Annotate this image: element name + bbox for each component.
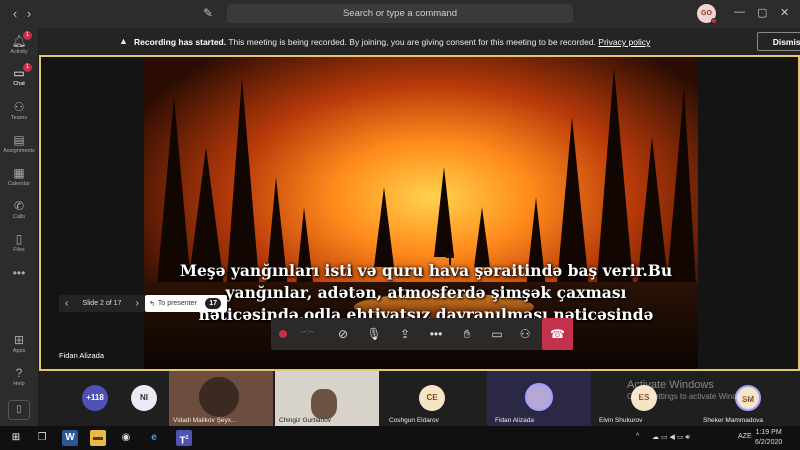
- presenter-slide-count: 17: [205, 298, 221, 309]
- rail-calls[interactable]: ✆ Calls: [0, 199, 38, 220]
- assignments-icon: ▤: [13, 133, 25, 147]
- overflow-participants[interactable]: +118: [82, 385, 108, 411]
- next-slide-icon[interactable]: ›: [136, 298, 139, 309]
- word-icon[interactable]: W: [62, 430, 78, 446]
- call-controls: --:-- ⊘ 🎙︎ ⇪ ••• ✋︎ ▭ ⚇ ☎︎: [271, 318, 573, 350]
- clock[interactable]: 1:19 PM 6/2/2020: [755, 428, 782, 448]
- new-chat-icon[interactable]: ✎: [203, 6, 213, 20]
- device-icon[interactable]: ▯: [8, 400, 30, 420]
- title-bar: ‹ › ✎ Search or type a command GO — ▢ ✕: [0, 0, 800, 28]
- teams-taskbar-icon[interactable]: T2: [176, 430, 192, 446]
- chat-badge: 1: [23, 63, 32, 72]
- file-explorer-icon[interactable]: ▬: [90, 430, 106, 446]
- teams-badge: 2: [185, 435, 189, 441]
- rail-teams[interactable]: ⚇ Teams: [0, 100, 38, 121]
- participant-strip: +118 NI Vidadi Malikov Şeyx... Chingiz G…: [39, 371, 800, 426]
- participants-icon[interactable]: ⚇: [511, 318, 539, 350]
- rail-activity[interactable]: 🔔︎ Activity 1: [0, 31, 38, 55]
- rail-files[interactable]: ▯ Files: [0, 232, 38, 253]
- rail-apps[interactable]: ⊞ Apps: [0, 333, 38, 354]
- user-avatar[interactable]: GO: [697, 4, 717, 24]
- video-feed: [199, 377, 239, 417]
- warning-icon: ▲: [119, 36, 128, 46]
- apps-icon: ⊞: [13, 333, 25, 347]
- more-icon: •••: [12, 266, 26, 280]
- slide-caption: Meşə yanğınları isti və quru hava şərait…: [179, 261, 673, 324]
- rail-assignments[interactable]: ▤ Assignments: [0, 133, 38, 154]
- tray-icons: ☁︎ ▭ ◀︎ ▭ 🔊︎: [652, 434, 690, 441]
- participant-tile[interactable]: Fidan Alizada: [487, 371, 591, 426]
- mic-off-icon[interactable]: 🎙︎: [360, 318, 388, 350]
- return-icon: ↰: [149, 300, 155, 308]
- banner-message: Recording has started. This meeting is b…: [134, 37, 651, 47]
- windows-taskbar: ⊞ ❐ W ▬ ◉ e T2 ^ ☁︎ ▭ ◀︎ ▭ 🔊︎ AZE 1:19 P…: [0, 426, 800, 450]
- privacy-policy-link[interactable]: Privacy policy: [598, 37, 650, 47]
- avatar: [525, 383, 553, 411]
- slide-counter: Slide 2 of 17: [82, 300, 122, 307]
- file-icon: ▯: [15, 232, 23, 246]
- help-icon: ?: [15, 366, 23, 380]
- windows-start-icon[interactable]: ⊞: [8, 430, 24, 446]
- participant-avatar[interactable]: NI: [131, 385, 157, 411]
- tray-overflow-icon[interactable]: ^: [636, 433, 639, 440]
- rail-help[interactable]: ? Help: [0, 366, 38, 387]
- meeting-stage: Meşə yanğınları isti və quru hava şərait…: [39, 55, 800, 371]
- hang-up-icon[interactable]: ☎︎: [542, 318, 573, 350]
- camera-off-icon[interactable]: ⊘: [329, 318, 357, 350]
- maximize-button[interactable]: ▢: [757, 6, 767, 19]
- task-view-icon[interactable]: ❐: [34, 430, 50, 446]
- teams-icon: ⚇: [13, 100, 25, 114]
- phone-icon: ✆: [13, 199, 25, 213]
- activity-badge: 1: [23, 31, 32, 40]
- edge-icon[interactable]: e: [146, 430, 162, 446]
- calendar-icon: ▦: [13, 166, 25, 180]
- more-options-icon[interactable]: •••: [422, 318, 450, 350]
- slide-navigator: ‹ Slide 2 of 17 ›: [59, 295, 145, 312]
- recording-banner: ▲ Recording has started. This meeting is…: [39, 28, 800, 55]
- chat-icon: ▭: [13, 66, 25, 80]
- rail-chat[interactable]: ▭ Chat 1: [0, 63, 38, 87]
- rail-calendar[interactable]: ▦ Calendar: [0, 166, 38, 187]
- raise-hand-icon[interactable]: ✋︎: [453, 318, 481, 350]
- close-button[interactable]: ✕: [780, 6, 789, 19]
- to-presenter-button[interactable]: ↰ To presenter 17: [145, 295, 227, 312]
- share-icon[interactable]: ⇪: [391, 318, 419, 350]
- bell-icon: 🔔︎: [11, 34, 27, 48]
- rail-more[interactable]: •••: [0, 266, 38, 280]
- status-dot: [711, 18, 717, 24]
- chrome-icon[interactable]: ◉: [118, 430, 134, 446]
- participant-tile[interactable]: Vidadi Malikov Şeyx...: [169, 371, 273, 426]
- call-timer: --:--: [301, 327, 314, 336]
- language-indicator[interactable]: AZE: [738, 433, 752, 440]
- app-rail: 🔔︎ Activity 1 ▭ Chat 1 ⚇ Teams ▤ Assignm…: [0, 28, 38, 426]
- previous-slide-icon[interactable]: ‹: [65, 298, 68, 309]
- participant-tile[interactable]: Chingiz Gurbanov: [275, 371, 379, 426]
- recording-icon: [279, 330, 287, 338]
- participant-tile[interactable]: CE Coshgun Eldarov: [381, 371, 485, 426]
- dismiss-button[interactable]: Dismiss: [757, 32, 800, 51]
- minimize-button[interactable]: —: [734, 6, 745, 18]
- presenter-name: Fidan Alizada: [59, 351, 105, 360]
- search-input[interactable]: Search or type a command: [227, 4, 573, 23]
- video-feed: [311, 389, 337, 419]
- forward-icon[interactable]: ›: [20, 6, 38, 21]
- chat-panel-icon[interactable]: ▭: [483, 318, 511, 350]
- activate-windows-watermark: Activate Windows Go to Settings to activ…: [627, 379, 754, 401]
